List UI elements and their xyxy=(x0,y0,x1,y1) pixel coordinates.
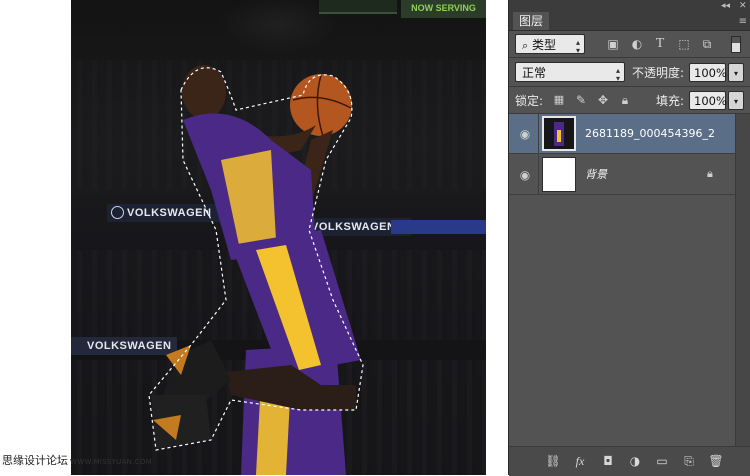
lock-transparent-icon[interactable]: ▦ xyxy=(550,91,568,109)
watermark-text: 思缘设计论坛 xyxy=(2,454,68,467)
watermark: 思缘设计论坛 WWW.MISSYUAN.COM xyxy=(2,452,152,468)
blend-mode-select[interactable]: 正常 ▴ ▾ xyxy=(515,62,625,83)
opacity-label: 不透明度: xyxy=(632,66,685,80)
layers-bottom-toolbar: ⛓ fx ◘ ◑ ▭ ⎘ 🗑︎ xyxy=(509,446,750,476)
panel-menu-icon[interactable]: ≡ xyxy=(739,16,747,27)
layer-row[interactable]: ◉ 2681189_000454396_2 xyxy=(509,114,735,154)
eye-icon[interactable]: ◉ xyxy=(517,167,533,183)
document-canvas[interactable]: NOW SERVING VOLKSWAGEN VOLKSWAGEN VOLKSW… xyxy=(0,0,508,475)
layer-name[interactable]: 背景 xyxy=(585,155,607,195)
opacity-input[interactable]: 100% xyxy=(689,63,727,82)
divider xyxy=(509,86,750,87)
fill-label: 填充: xyxy=(656,94,685,108)
tab-layers[interactable]: 图层 xyxy=(513,12,550,30)
panel-tab-row: 图层 ≡ xyxy=(509,12,750,31)
new-group-icon[interactable]: ▭ xyxy=(653,453,671,469)
pixel-filter-icon[interactable]: ▣ xyxy=(604,35,622,53)
collapse-panel-icon[interactable]: ◂◂ xyxy=(721,0,730,12)
lock-image-icon[interactable]: ✎ xyxy=(572,91,590,109)
new-layer-icon[interactable]: ⎘ xyxy=(680,453,698,469)
layer-name[interactable]: 2681189_000454396_2 xyxy=(585,114,715,154)
layers-scrollbar[interactable] xyxy=(735,114,750,446)
adjustment-filter-icon[interactable]: ◐ xyxy=(628,35,646,53)
adjustment-layer-icon[interactable]: ◑ xyxy=(626,453,644,469)
jersey-logo: L xyxy=(299,325,314,350)
link-layers-icon[interactable]: ⛓ xyxy=(544,453,562,469)
player-figure: L xyxy=(148,65,364,475)
search-icon: ⌕ xyxy=(522,39,529,52)
fill-dropdown-icon[interactable]: ▾ xyxy=(728,91,744,110)
opacity-dropdown-icon[interactable]: ▾ xyxy=(728,63,744,82)
select-arrows-icon: ▴ ▾ xyxy=(615,66,620,83)
lock-icon: 🔒︎ xyxy=(707,167,713,180)
add-mask-icon[interactable]: ◘ xyxy=(599,453,617,469)
layer-filter-type-select[interactable]: ⌕ 类型 ▴ ▾ xyxy=(515,34,585,55)
lock-label: 锁定: xyxy=(515,94,544,108)
watermark-url: WWW.MISSYUAN.COM xyxy=(70,458,153,466)
close-panel-icon[interactable]: ✕ xyxy=(739,0,747,12)
fx-icon[interactable]: fx xyxy=(571,453,589,469)
divider xyxy=(509,57,750,58)
lock-position-icon[interactable]: ✥ xyxy=(594,91,612,109)
type-filter-icon[interactable]: T xyxy=(651,35,669,53)
visibility-column: ◉ xyxy=(509,114,539,154)
smart-object-filter-icon[interactable]: ⧉ xyxy=(698,35,716,53)
blend-mode-value: 正常 xyxy=(522,66,547,80)
filter-toggle-switch[interactable] xyxy=(731,36,741,53)
layers-panel: ◂◂ ✕ 图层 ≡ ⌕ 类型 ▴ ▾ ▣ ◐ T ⬚ ⧉ 正常 ▴ ▾ 不透明度: … xyxy=(508,0,750,476)
shape-filter-icon[interactable]: ⬚ xyxy=(675,35,693,53)
player-head xyxy=(182,65,226,119)
visibility-column: ◉ xyxy=(509,155,539,195)
layer-row[interactable]: ◉ 背景 🔒︎ xyxy=(509,155,735,195)
filter-type-label: 类型 xyxy=(532,38,557,52)
fill-input[interactable]: 100% xyxy=(689,91,727,110)
select-arrows-icon: ▴ ▾ xyxy=(575,38,580,55)
eye-icon[interactable]: ◉ xyxy=(517,126,533,142)
layer-thumbnail xyxy=(542,157,576,192)
lock-all-icon[interactable]: 🔒︎ xyxy=(616,91,634,109)
basketball-photo: NOW SERVING VOLKSWAGEN VOLKSWAGEN VOLKSW… xyxy=(71,0,486,475)
panel-titlebar: ◂◂ ✕ xyxy=(509,0,750,12)
delete-layer-icon[interactable]: 🗑︎ xyxy=(707,453,725,469)
layer-thumbnail xyxy=(542,116,576,151)
